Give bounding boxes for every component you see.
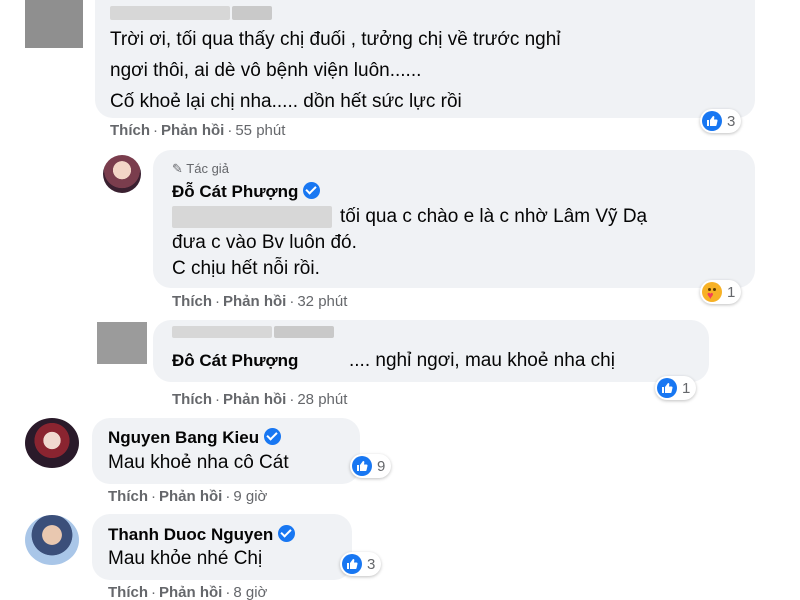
reaction-badge[interactable]: 9: [350, 454, 392, 478]
reaction-badge[interactable]: 1: [655, 376, 697, 400]
reaction-count: 3: [727, 112, 736, 130]
avatar[interactable]: [25, 0, 83, 48]
reaction-count: 1: [727, 283, 736, 301]
reaction-count: 1: [682, 379, 691, 397]
reply-link[interactable]: Phản hồi: [223, 293, 286, 310]
reply-link[interactable]: Phản hồi: [161, 122, 224, 139]
reaction-count: 3: [367, 555, 376, 573]
avatar[interactable]: [25, 515, 79, 565]
reaction-count: 9: [377, 457, 386, 475]
reaction-badge[interactable]: 3: [340, 552, 382, 576]
commenter-name-text[interactable]: Đỗ Cát Phượng: [172, 182, 298, 201]
reply-link[interactable]: Phản hồi: [159, 584, 222, 600]
commenter-name-text[interactable]: Thanh Duoc Nguyen: [108, 525, 273, 544]
comment-actions: Thích · Phản hồi · 8 giờ: [108, 584, 268, 600]
verified-badge-icon: [303, 182, 321, 199]
like-link[interactable]: Thích: [172, 391, 212, 408]
comment-actions: Thích · Phản hồi · 55 phút: [110, 122, 286, 139]
like-link[interactable]: Thích: [108, 488, 148, 505]
like-icon: [352, 456, 372, 476]
author-tag-label: Tác giả: [186, 161, 229, 176]
blurred-name: [274, 326, 334, 338]
care-icon: ♥: [702, 282, 722, 302]
reply-link[interactable]: Phản hồi: [159, 488, 222, 505]
comment-actions: Thích · Phản hồi · 32 phút: [172, 293, 348, 310]
like-link[interactable]: Thích: [108, 584, 148, 600]
comment-text-line: Cố khoẻ lại chị nha..... dồn hết sức lực…: [110, 91, 462, 112]
timestamp[interactable]: 28 phút: [297, 391, 347, 408]
reaction-badge[interactable]: ♥ 1: [700, 280, 742, 304]
like-icon: [657, 378, 677, 398]
avatar[interactable]: [97, 322, 147, 364]
avatar[interactable]: [103, 155, 141, 193]
verified-badge-icon: [278, 525, 296, 542]
comment-text-line: C chịu hết nỗi rồi.: [172, 258, 320, 279]
commenter-name[interactable]: Thanh Duoc Nguyen: [108, 525, 296, 545]
avatar[interactable]: [25, 418, 79, 468]
commenter-name-text[interactable]: Nguyen Bang Kieu: [108, 428, 259, 447]
comment-text-line: tối qua c chào e là c nhờ Lâm Vỹ Dạ: [340, 206, 648, 227]
verified-badge-icon: [264, 428, 282, 445]
commenter-name[interactable]: Nguyen Bang Kieu: [108, 428, 282, 448]
blurred-name: [172, 326, 272, 338]
comment-text: Mau khỏe nhé Chị: [108, 548, 263, 569]
pen-icon: ✎: [172, 161, 183, 176]
comment-text: .... nghỉ ngơi, mau khoẻ nha chị: [349, 350, 615, 371]
timestamp[interactable]: 9 giờ: [233, 488, 267, 505]
author-tag: ✎ Tác giả: [172, 161, 229, 177]
comment-text: Mau khoẻ nha cô Cát: [108, 452, 289, 473]
reaction-badge[interactable]: 3: [700, 109, 742, 133]
like-icon: [702, 111, 722, 131]
blurred-name: [232, 6, 272, 20]
timestamp[interactable]: 32 phút: [297, 293, 347, 310]
like-link[interactable]: Thích: [110, 122, 150, 139]
reply-link[interactable]: Phản hồi: [223, 391, 286, 408]
timestamp[interactable]: 55 phút: [235, 122, 285, 139]
comment-text-line: Trời ơi, tối qua thấy chị đuối , tưởng c…: [110, 29, 561, 50]
timestamp[interactable]: 8 giờ: [233, 584, 267, 600]
comment-actions: Thích · Phản hồi · 28 phút: [172, 391, 348, 408]
like-icon: [342, 554, 362, 574]
blurred-name: [110, 6, 230, 20]
blurred-mention: [172, 206, 332, 228]
commenter-name[interactable]: Đỗ Cát Phượng: [172, 182, 321, 202]
like-link[interactable]: Thích: [172, 293, 212, 310]
tagged-name[interactable]: Đô Cát Phượng: [172, 351, 298, 371]
comment-actions: Thích · Phản hồi · 9 giờ: [108, 488, 268, 505]
comment-text-line: ngơi thôi, ai dè vô bệnh viện luôn......: [110, 60, 422, 81]
